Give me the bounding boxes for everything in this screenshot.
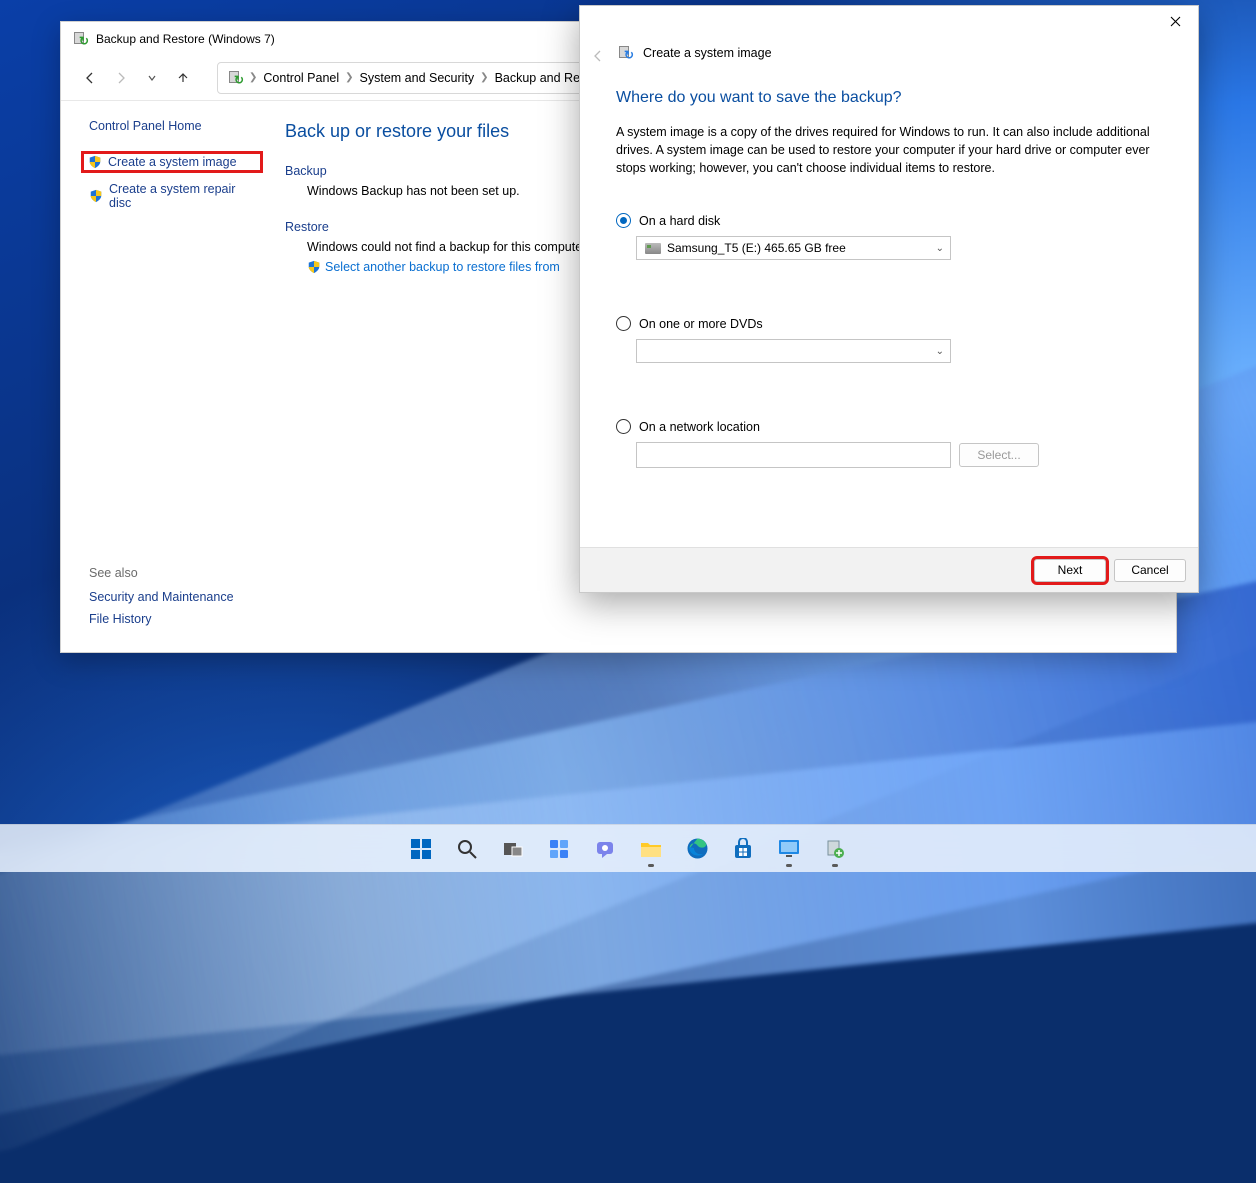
store-icon (732, 838, 754, 860)
dvd-option-group: On one or more DVDs ⌄ (616, 316, 1162, 363)
harddisk-option-group: On a hard disk Samsung_T5 (E:) 465.65 GB… (616, 213, 1162, 260)
sidebar-item-label: Create a system repair disc (109, 182, 261, 210)
widgets-button[interactable] (539, 829, 579, 869)
see-also-link[interactable]: Security and Maintenance (89, 590, 234, 604)
dvd-select[interactable]: ⌄ (636, 339, 951, 363)
dialog-title: Create a system image (643, 46, 772, 60)
forward-button[interactable] (110, 67, 132, 89)
harddisk-radio-row[interactable]: On a hard disk (616, 213, 1162, 228)
folder-icon (639, 838, 663, 860)
search-button[interactable] (447, 829, 487, 869)
backup-icon: ↻ (226, 69, 243, 86)
task-view-icon (502, 838, 524, 860)
see-also-link[interactable]: File History (89, 612, 234, 626)
up-button[interactable] (172, 67, 194, 89)
dvd-radio[interactable] (616, 316, 631, 331)
harddisk-select[interactable]: Samsung_T5 (E:) 465.65 GB free ⌄ (636, 236, 951, 260)
sidebar: Control Panel Home Create a system image… (61, 101, 273, 652)
breadcrumb-item[interactable]: System and Security (360, 71, 475, 85)
backup-app-icon (824, 838, 846, 860)
store-button[interactable] (723, 829, 763, 869)
harddisk-radio-label: On a hard disk (639, 214, 720, 228)
network-radio-label: On a network location (639, 420, 760, 434)
windows-logo-icon (410, 838, 432, 860)
harddisk-select-value: Samsung_T5 (E:) 465.65 GB free (667, 241, 846, 255)
harddisk-radio[interactable] (616, 213, 631, 228)
dialog-titlebar[interactable] (580, 6, 1198, 36)
shield-icon (89, 189, 103, 203)
sidebar-item-label: Create a system image (108, 155, 237, 169)
next-button[interactable]: Next (1034, 559, 1106, 582)
settings-button[interactable] (769, 829, 809, 869)
chevron-right-icon: ❯ (480, 72, 488, 83)
close-button[interactable] (1152, 6, 1198, 36)
dialog-back-button[interactable] (590, 48, 606, 69)
chevron-down-icon: ⌄ (936, 243, 944, 254)
dvd-radio-row[interactable]: On one or more DVDs (616, 316, 1162, 331)
dialog-footer: Next Cancel (580, 547, 1198, 592)
search-icon (456, 838, 478, 860)
system-image-icon: ↻ (616, 44, 633, 61)
backup-icon: ↻ (71, 30, 88, 47)
cancel-button[interactable]: Cancel (1114, 559, 1186, 582)
window-title: Backup and Restore (Windows 7) (96, 32, 275, 46)
chat-button[interactable] (585, 829, 625, 869)
network-option-group: On a network location Select... (616, 419, 1162, 468)
recent-dropdown[interactable] (141, 67, 163, 89)
edge-button[interactable] (677, 829, 717, 869)
edge-icon (686, 837, 709, 860)
create-system-image-dialog: ↻ Create a system image Where do you wan… (579, 5, 1199, 593)
see-also-section: See also Security and Maintenance File H… (89, 566, 234, 634)
file-explorer-button[interactable] (631, 829, 671, 869)
control-panel-button[interactable] (815, 829, 855, 869)
see-also-header: See also (89, 566, 234, 580)
link-label: Select another backup to restore files f… (325, 260, 560, 274)
control-panel-home-link[interactable]: Control Panel Home (89, 119, 261, 133)
network-path-input[interactable] (636, 442, 951, 468)
taskbar (0, 824, 1256, 872)
network-select-button[interactable]: Select... (959, 443, 1039, 467)
chat-icon (594, 838, 616, 860)
dialog-header: ↻ Create a system image (580, 36, 1198, 69)
chevron-right-icon: ❯ (249, 72, 257, 83)
create-system-image-link[interactable]: Create a system image (81, 151, 263, 173)
back-button[interactable] (79, 67, 101, 89)
network-radio[interactable] (616, 419, 631, 434)
widgets-icon (548, 838, 570, 860)
close-icon (1170, 16, 1181, 27)
breadcrumb-item[interactable]: Control Panel (263, 71, 339, 85)
start-button[interactable] (401, 829, 441, 869)
create-repair-disc-link[interactable]: Create a system repair disc (89, 181, 261, 211)
shield-icon (88, 155, 102, 169)
task-view-button[interactable] (493, 829, 533, 869)
dialog-description: A system image is a copy of the drives r… (616, 123, 1162, 177)
chevron-right-icon: ❯ (345, 72, 353, 83)
monitor-settings-icon (777, 838, 801, 860)
dvd-radio-label: On one or more DVDs (639, 317, 763, 331)
network-radio-row[interactable]: On a network location (616, 419, 1162, 434)
chevron-down-icon: ⌄ (936, 346, 944, 357)
dialog-heading: Where do you want to save the backup? (616, 89, 1162, 107)
shield-icon (307, 260, 321, 274)
drive-icon (645, 243, 661, 254)
